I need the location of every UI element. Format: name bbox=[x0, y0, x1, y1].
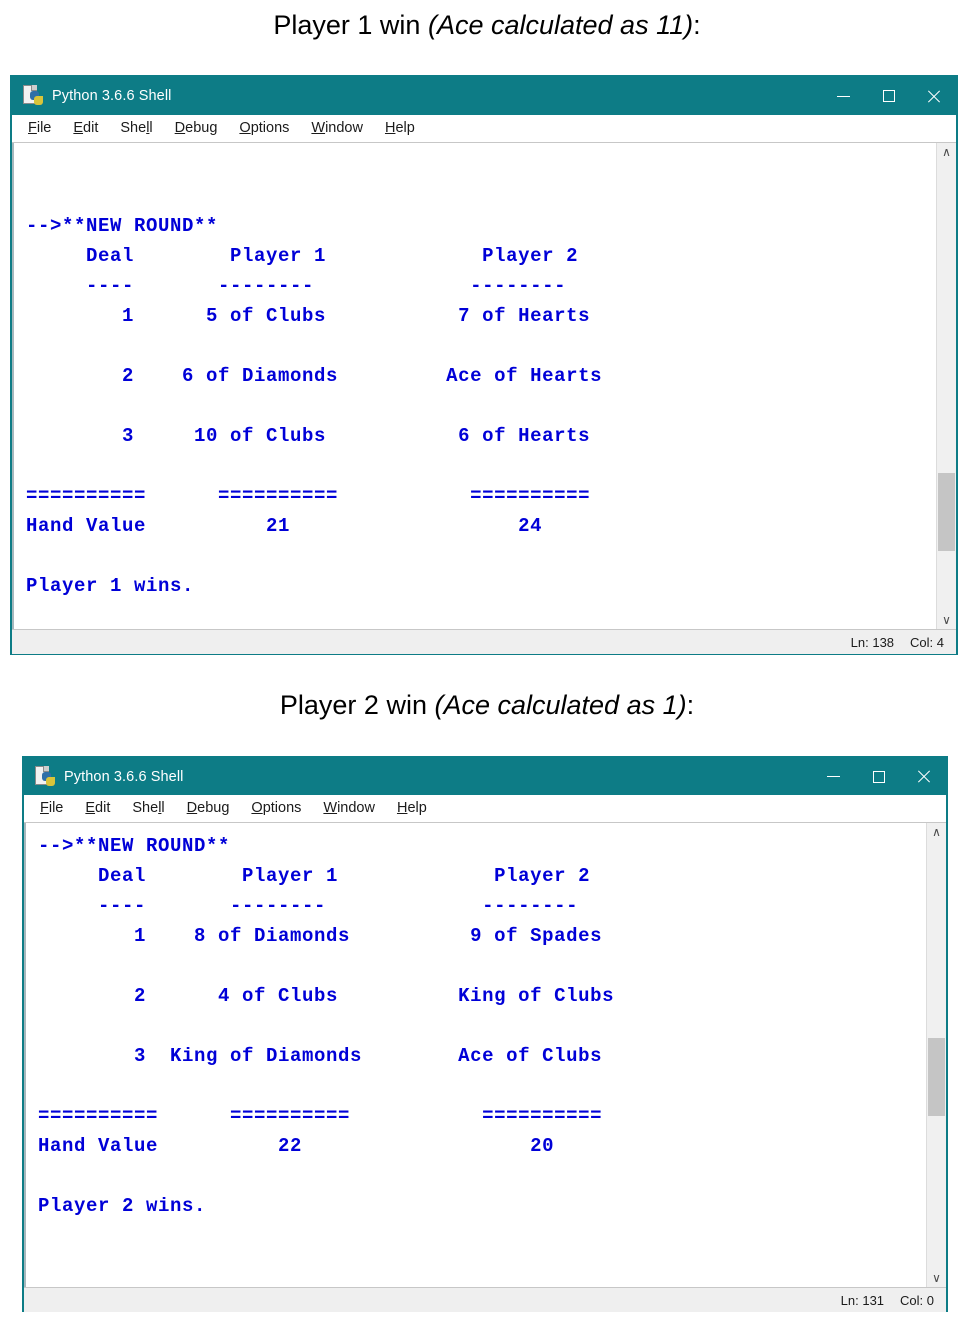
caption-1-plain: Player 1 win bbox=[273, 10, 428, 40]
close-icon bbox=[916, 769, 931, 784]
console-line: ========== ========== ========== bbox=[38, 1105, 603, 1127]
minimize-icon bbox=[837, 95, 850, 97]
window-title-1: Python 3.6.6 Shell bbox=[52, 88, 172, 104]
menu-item-file[interactable]: File bbox=[40, 800, 63, 816]
titlebar-2[interactable]: Python 3.6.6 Shell bbox=[24, 758, 946, 795]
menu-item-options[interactable]: Options bbox=[251, 800, 301, 816]
scroll-down-icon-1[interactable]: ∨ bbox=[937, 611, 956, 629]
console-output-2[interactable]: -->**NEW ROUND** Deal Player 1 Player 2 … bbox=[24, 823, 926, 1287]
menu-item-options[interactable]: Options bbox=[239, 120, 289, 136]
caption-1-suffix: : bbox=[693, 10, 701, 40]
console-line: Deal Player 1 Player 2 bbox=[26, 245, 579, 267]
console-line: Player 2 wins. bbox=[38, 1195, 207, 1217]
menu-item-shell[interactable]: Shell bbox=[120, 120, 152, 136]
close-icon bbox=[926, 89, 941, 104]
menu-item-debug[interactable]: Debug bbox=[175, 120, 218, 136]
statusbar-2: Ln: 131 Col: 0 bbox=[24, 1287, 946, 1312]
scroll-down-icon-2[interactable]: ∨ bbox=[927, 1269, 946, 1287]
minimize-button-2[interactable] bbox=[811, 758, 856, 795]
caption-1-italic: (Ace calculated as 11) bbox=[427, 10, 694, 40]
console-line: ========== ========== ========== bbox=[26, 485, 591, 507]
vertical-scrollbar-2[interactable]: ∧ ∨ bbox=[926, 823, 946, 1287]
console-line: Deal Player 1 Player 2 bbox=[38, 865, 591, 887]
menu-item-debug[interactable]: Debug bbox=[187, 800, 230, 816]
status-line-1: Ln: 138 bbox=[850, 634, 895, 650]
minimize-icon bbox=[827, 776, 840, 777]
menu-item-edit[interactable]: Edit bbox=[85, 800, 110, 816]
vertical-scrollbar-1[interactable]: ∧ ∨ bbox=[936, 143, 956, 629]
console-area-2[interactable]: -->**NEW ROUND** Deal Player 1 Player 2 … bbox=[24, 822, 946, 1287]
python-shell-window-1[interactable]: Python 3.6.6 Shell File Edit Shell Debug… bbox=[10, 75, 958, 655]
console-line: 3 King of Diamonds Ace of Clubs bbox=[38, 1045, 603, 1067]
minimize-button-1[interactable] bbox=[821, 77, 866, 115]
menubar-1: File Edit Shell Debug Options Window Hel… bbox=[12, 115, 956, 142]
menu-item-help[interactable]: Help bbox=[385, 120, 415, 136]
python-file-icon bbox=[23, 85, 43, 107]
status-column-1: Col: 4 bbox=[910, 634, 944, 650]
maximize-icon bbox=[882, 90, 895, 102]
console-line: Player 1 wins. bbox=[26, 575, 195, 597]
maximize-button-1[interactable] bbox=[866, 77, 911, 115]
console-line: Hand Value 21 24 bbox=[26, 515, 543, 537]
menu-item-window[interactable]: Window bbox=[311, 120, 363, 136]
window-controls-1 bbox=[821, 77, 956, 115]
python-shell-window-2[interactable]: Python 3.6.6 Shell File Edit Shell Debug… bbox=[22, 756, 948, 1312]
caption-2-suffix: : bbox=[686, 690, 695, 720]
close-button-1[interactable] bbox=[911, 77, 956, 115]
scroll-thumb-2[interactable] bbox=[928, 1038, 945, 1116]
console-line: -->**NEW ROUND** bbox=[26, 215, 219, 237]
console-line: 1 8 of Diamonds 9 of Spades bbox=[38, 925, 603, 947]
console-area-1[interactable]: -->**NEW ROUND** Deal Player 1 Player 2 … bbox=[12, 142, 956, 629]
close-button-2[interactable] bbox=[901, 758, 946, 795]
console-line: -->**NEW ROUND** bbox=[38, 835, 231, 857]
caption-2-plain: Player 2 win bbox=[279, 690, 435, 720]
console-line: 2 4 of Clubs King of Clubs bbox=[38, 985, 615, 1007]
console-line: Hand Value 22 20 bbox=[38, 1135, 555, 1157]
menu-item-file[interactable]: File bbox=[28, 120, 51, 136]
window-controls-2 bbox=[811, 758, 946, 795]
titlebar-1[interactable]: Python 3.6.6 Shell bbox=[12, 77, 956, 115]
maximize-button-2[interactable] bbox=[856, 758, 901, 795]
menu-item-edit[interactable]: Edit bbox=[73, 120, 98, 136]
console-line: ---- -------- -------- bbox=[26, 275, 567, 297]
menubar-2: File Edit Shell Debug Options Window Hel… bbox=[24, 795, 946, 822]
console-line: ---- -------- -------- bbox=[38, 895, 579, 917]
scroll-up-icon-2[interactable]: ∧ bbox=[927, 823, 946, 841]
window-title-2: Python 3.6.6 Shell bbox=[64, 768, 184, 785]
maximize-icon bbox=[872, 770, 885, 783]
menu-item-window[interactable]: Window bbox=[323, 800, 375, 816]
caption-player-1-win: Player 1 win (Ace calculated as 11): bbox=[0, 8, 974, 42]
caption-player-2-win: Player 2 win (Ace calculated as 1): bbox=[0, 688, 974, 722]
status-line-2: Ln: 131 bbox=[840, 1292, 885, 1308]
menu-item-help[interactable]: Help bbox=[397, 800, 427, 816]
scroll-up-icon-1[interactable]: ∧ bbox=[937, 143, 956, 161]
menu-item-shell[interactable]: Shell bbox=[132, 800, 164, 816]
python-file-icon bbox=[35, 765, 55, 788]
console-line: 2 6 of Diamonds Ace of Hearts bbox=[26, 365, 603, 387]
console-output-1[interactable]: -->**NEW ROUND** Deal Player 1 Player 2 … bbox=[12, 143, 936, 629]
console-line: 1 5 of Clubs 7 of Hearts bbox=[26, 305, 591, 327]
status-column-2: Col: 0 bbox=[900, 1292, 934, 1308]
caption-2-italic: (Ace calculated as 1) bbox=[434, 690, 687, 720]
statusbar-1: Ln: 138 Col: 4 bbox=[12, 629, 956, 654]
console-line: 3 10 of Clubs 6 of Hearts bbox=[26, 425, 591, 447]
scroll-thumb-1[interactable] bbox=[938, 473, 955, 551]
